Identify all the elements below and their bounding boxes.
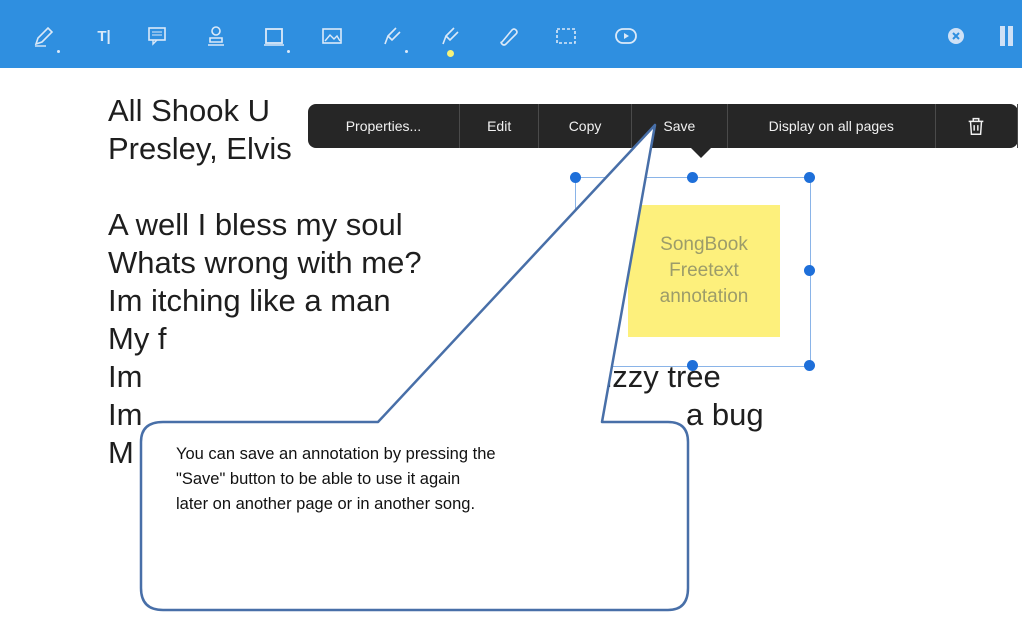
callout-line: "Save" button to be able to use it again <box>176 470 461 488</box>
callout-shape <box>139 123 690 612</box>
callout-line: You can save an annotation by pressing t… <box>176 445 496 463</box>
callout-line: later on another page or in another song… <box>176 495 476 513</box>
help-callout-text: You can save an annotation by pressing t… <box>176 442 666 517</box>
help-callout-balloon <box>139 123 690 612</box>
